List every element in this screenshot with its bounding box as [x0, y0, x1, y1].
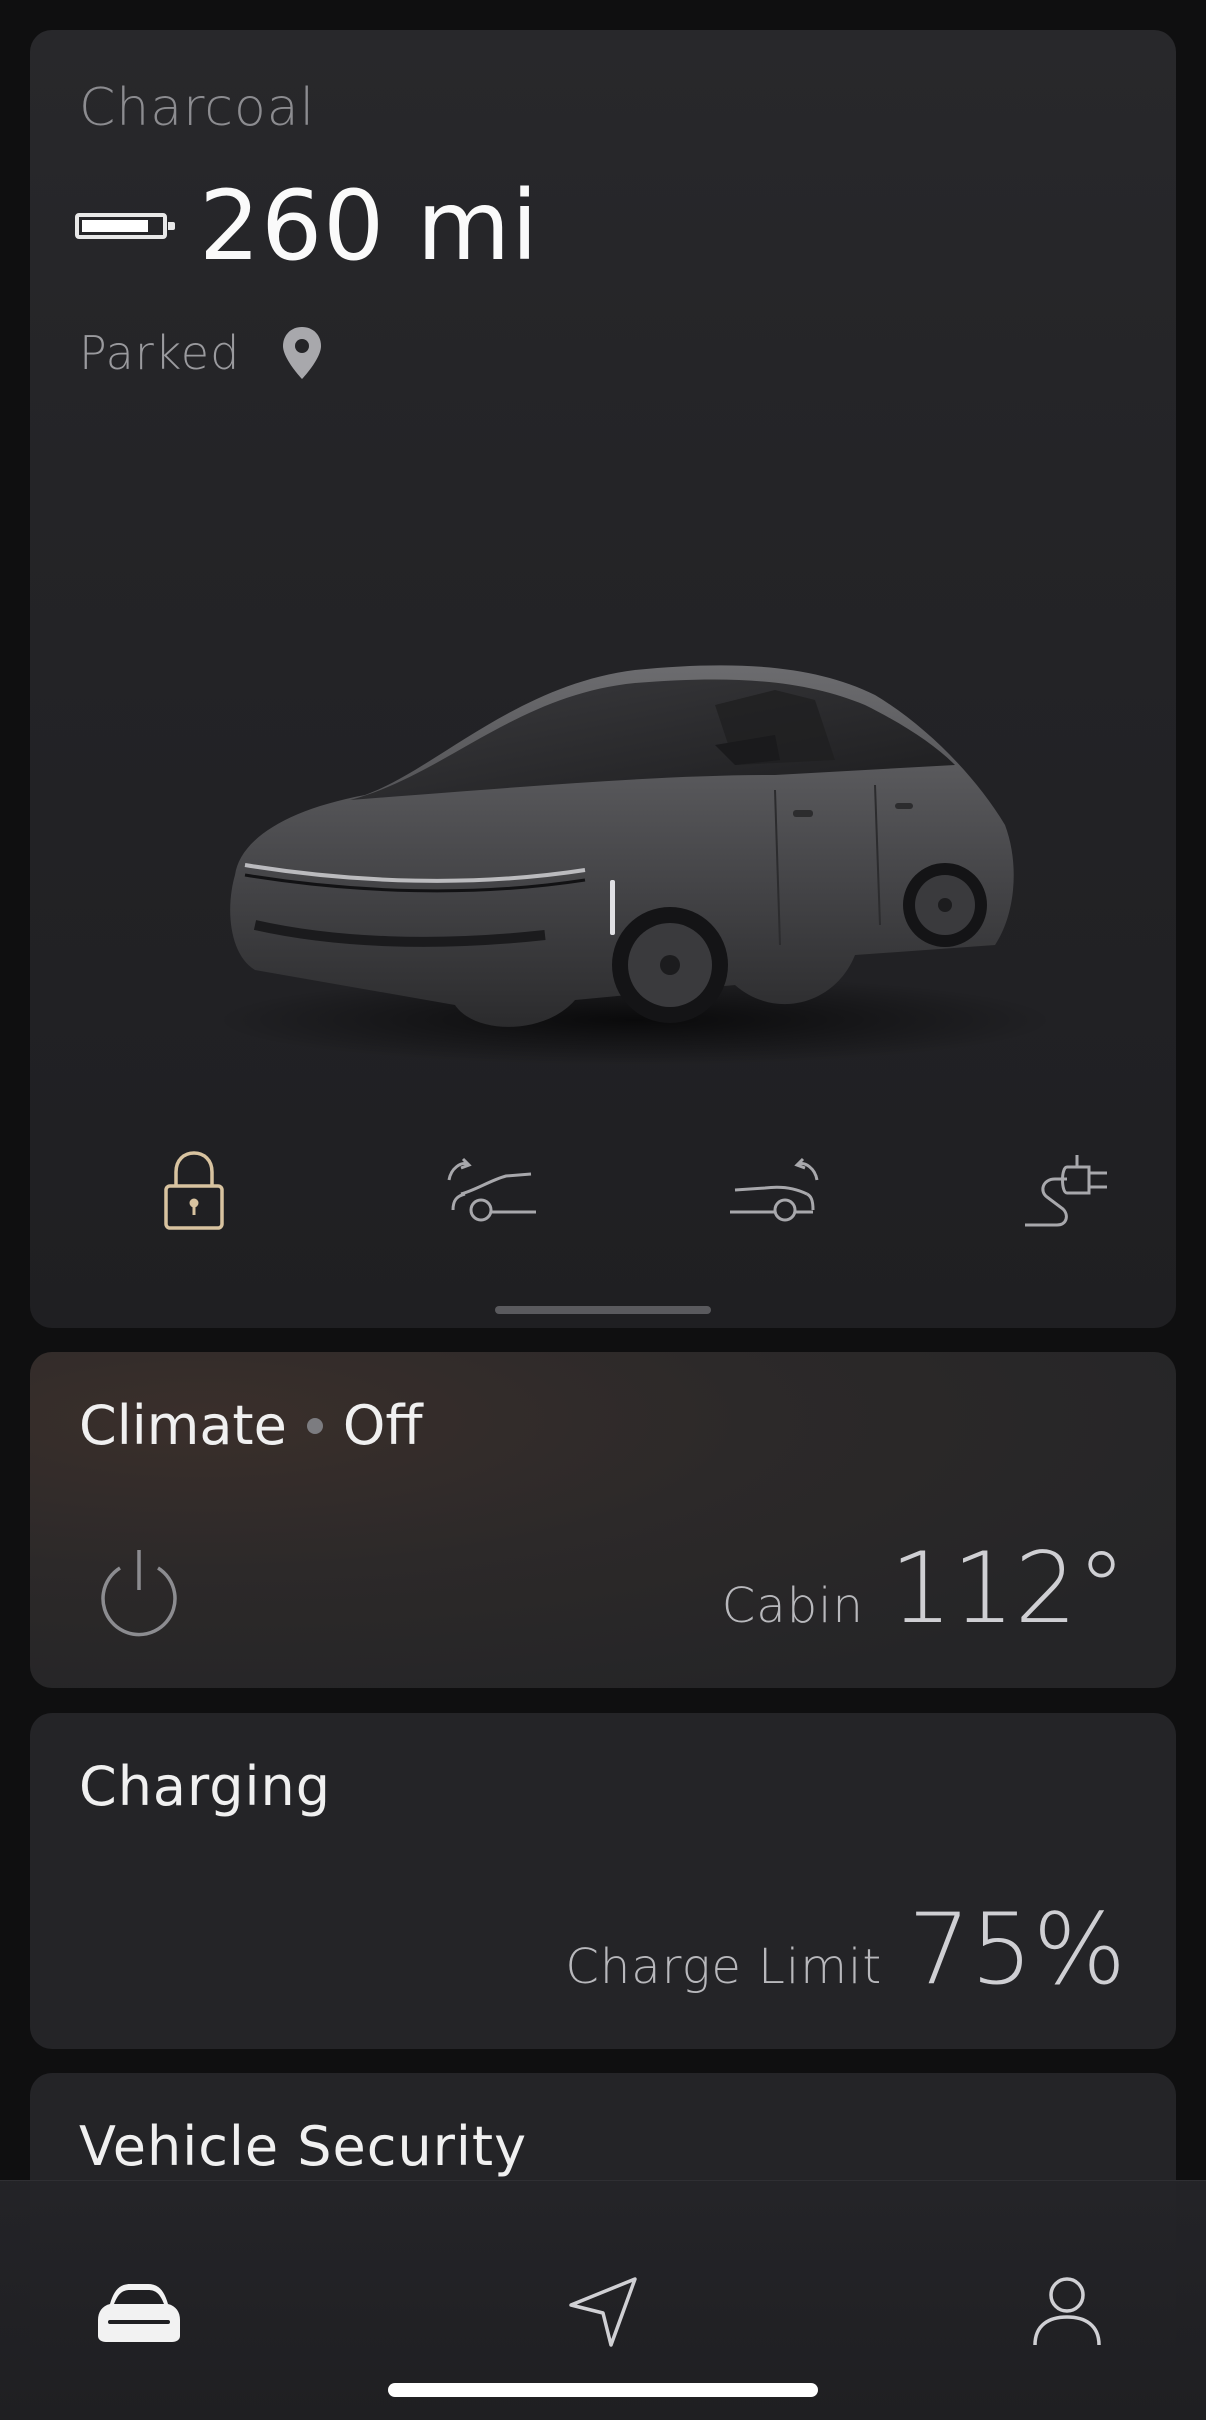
vehicle-image: [215, 665, 1055, 1065]
charge-port-icon: [1025, 1155, 1107, 1227]
quick-actions: [30, 1135, 1176, 1255]
cabin-temp-value: 112°: [889, 1532, 1126, 1646]
home-indicator[interactable]: [388, 2383, 818, 2397]
status-row[interactable]: Parked: [79, 325, 324, 381]
charge-port-button[interactable]: [1012, 1135, 1132, 1245]
profile-icon: [1033, 2277, 1101, 2346]
frunk-icon: [447, 1157, 536, 1222]
tab-navigation[interactable]: [548, 2266, 658, 2356]
vehicle-card[interactable]: Charcoal 260 mi Parked: [30, 30, 1176, 1328]
car-icon: [98, 2284, 180, 2342]
frunk-button[interactable]: [426, 1135, 546, 1245]
trunk-button[interactable]: [720, 1135, 840, 1245]
trunk-icon: [730, 1157, 819, 1222]
drag-handle[interactable]: [495, 1306, 711, 1314]
vehicle-name: Charcoal: [79, 78, 316, 138]
screen: Charcoal 260 mi Parked Climate Off Cabin…: [0, 0, 1206, 2420]
tab-profile[interactable]: [1012, 2266, 1122, 2356]
charging-title: Charging: [79, 1755, 332, 1818]
range-row: 260 mi: [75, 170, 539, 282]
charging-card[interactable]: Charging Charge Limit 75%: [30, 1713, 1176, 2049]
battery-icon: [75, 213, 175, 239]
climate-state: Off: [342, 1394, 423, 1457]
cabin-temperature: Cabin 112°: [722, 1532, 1126, 1646]
vehicle-status: Parked: [79, 326, 241, 380]
cabin-label: Cabin: [721, 1578, 864, 1634]
range-value: 260 mi: [199, 170, 539, 282]
separator-dot: [306, 1417, 323, 1434]
lock-icon: [164, 1151, 224, 1230]
charge-limit: Charge Limit 75%: [565, 1893, 1126, 2007]
power-button-icon[interactable]: [94, 1542, 184, 1638]
tab-vehicle[interactable]: [84, 2266, 194, 2356]
climate-card[interactable]: Climate Off Cabin 112°: [30, 1352, 1176, 1688]
security-title: Vehicle Security: [79, 2115, 528, 2178]
lock-button[interactable]: [134, 1135, 254, 1245]
location-pin-icon[interactable]: [280, 325, 324, 381]
climate-title: Climate: [79, 1394, 287, 1457]
charge-limit-label: Charge Limit: [565, 1939, 883, 1995]
charge-limit-value: 75%: [908, 1893, 1126, 2007]
battery-fill: [82, 220, 149, 232]
climate-title-row: Climate Off: [79, 1394, 423, 1457]
navigation-icon: [569, 2277, 637, 2347]
